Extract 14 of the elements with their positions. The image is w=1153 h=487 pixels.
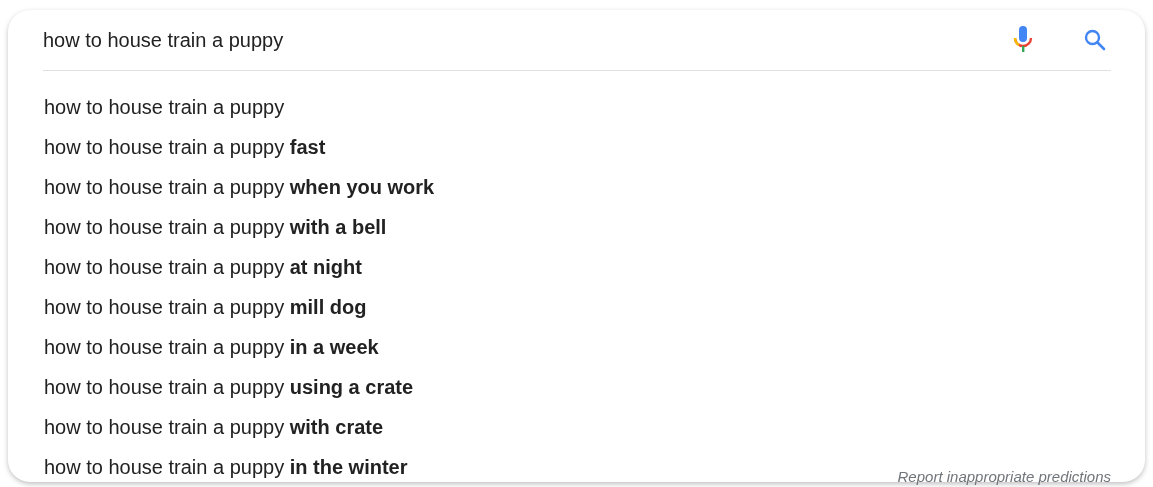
suggestion-item[interactable]: how to house train a puppy fast (44, 135, 326, 159)
suggestion-item[interactable]: how to house train a puppy (44, 95, 285, 119)
report-link[interactable]: Report inappropriate predictions (897, 468, 1111, 485)
suggestion-item[interactable]: how to house train a puppy mill dog (44, 295, 367, 319)
suggestion-item[interactable]: how to house train a puppy using a crate (44, 375, 414, 399)
suggestion-item[interactable]: how to house train a puppy with a bell (44, 215, 387, 239)
microphone-icon[interactable] (1013, 25, 1033, 55)
suggestion-item[interactable]: how to house train a puppy at night (44, 255, 362, 279)
suggestion-item[interactable]: how to house train a puppy when you work (44, 175, 435, 199)
suggestion-item[interactable]: how to house train a puppy in the winter (44, 455, 408, 479)
search-field[interactable]: how to house train a puppy (43, 25, 1013, 55)
search-icon[interactable] (1083, 28, 1107, 52)
suggestion-item[interactable]: how to house train a puppy with crate (44, 415, 384, 439)
suggestion-item[interactable]: how to house train a puppy in a week (44, 335, 379, 359)
